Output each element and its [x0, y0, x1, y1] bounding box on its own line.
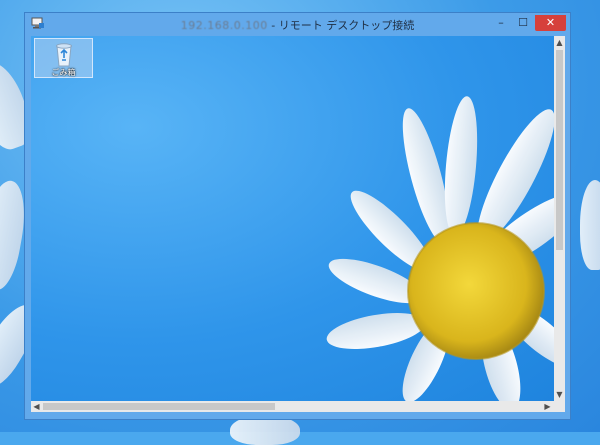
title-bar[interactable]: 192.168.0.100 - リモート デスクトップ接続 – ☐ ✕ — [25, 13, 570, 35]
scroll-left-arrow-icon[interactable]: ◀ — [31, 401, 42, 412]
recycle-bin-icon — [56, 43, 72, 67]
minimize-button[interactable]: – — [490, 15, 512, 31]
horizontal-scrollbar[interactable]: ◀ ▶ — [31, 401, 554, 412]
desktop-icon-label: ごみ箱 — [51, 68, 76, 77]
vertical-scrollbar[interactable]: ▲ ▼ — [554, 36, 565, 401]
window-title-suffix: - リモート デスクトップ接続 — [267, 19, 415, 32]
remote-host-address: 192.168.0.100 — [180, 19, 268, 32]
close-button[interactable]: ✕ — [535, 15, 566, 31]
maximize-button[interactable]: ☐ — [512, 15, 534, 31]
horizontal-scroll-thumb[interactable] — [43, 403, 275, 410]
scroll-right-arrow-icon[interactable]: ▶ — [542, 401, 553, 412]
scrollbar-corner — [554, 401, 565, 412]
remote-desktop-viewport[interactable]: ごみ箱 — [31, 36, 554, 401]
desktop-icon-recycle-bin[interactable]: ごみ箱 — [34, 38, 93, 78]
daisy-wallpaper-image — [326, 96, 554, 401]
vertical-scroll-thumb[interactable] — [556, 50, 563, 250]
window-title: 192.168.0.100 - リモート デスクトップ接続 — [25, 17, 570, 33]
outer-petal — [580, 180, 600, 270]
scroll-up-arrow-icon[interactable]: ▲ — [554, 37, 565, 48]
remote-desktop-window: 192.168.0.100 - リモート デスクトップ接続 – ☐ ✕ ごみ箱 … — [24, 12, 571, 420]
scroll-down-arrow-icon[interactable]: ▼ — [554, 389, 565, 400]
